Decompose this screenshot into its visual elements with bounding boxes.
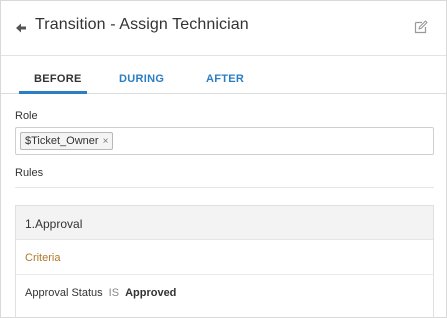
page-title: Transition - Assign Technician — [35, 16, 249, 33]
section-divider — [15, 187, 434, 188]
tab-after[interactable]: AFTER — [206, 73, 244, 85]
chip-remove-icon[interactable]: × — [103, 134, 109, 150]
condition-value: Approved — [125, 287, 177, 299]
role-input[interactable]: $Ticket_Owner × — [15, 127, 434, 155]
rule-header[interactable]: 1.Approval — [16, 206, 433, 240]
panel-header: Transition - Assign Technician — [1, 1, 446, 56]
role-label: Role — [15, 110, 38, 122]
back-arrow-icon[interactable] — [15, 20, 27, 36]
criteria-condition: Approval Status IS Approved — [25, 287, 176, 299]
transition-panel: Transition - Assign Technician BEFORE DU… — [0, 0, 447, 318]
tab-before[interactable]: BEFORE — [34, 73, 82, 85]
tab-bar: BEFORE DURING AFTER — [1, 57, 446, 94]
condition-field: Approval Status — [25, 287, 103, 299]
tab-during[interactable]: DURING — [119, 73, 164, 85]
role-chip-label: $Ticket_Owner — [25, 135, 99, 147]
rules-label: Rules — [15, 167, 44, 179]
role-chip: $Ticket_Owner × — [20, 132, 114, 150]
edit-icon[interactable] — [414, 20, 428, 34]
active-tab-indicator — [19, 91, 87, 94]
rule-title: 1.Approval — [25, 217, 83, 231]
rule-divider — [16, 274, 433, 275]
rule-card: 1.Approval Criteria Approval Status IS App… — [15, 205, 434, 318]
condition-operator: IS — [108, 287, 120, 299]
criteria-label: Criteria — [25, 252, 61, 264]
